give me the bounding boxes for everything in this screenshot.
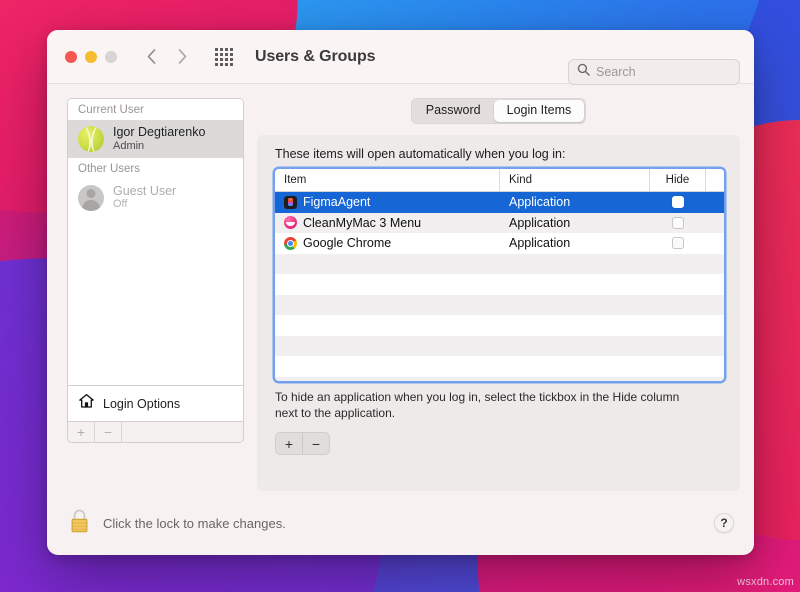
search-field[interactable]: Search — [568, 59, 740, 85]
sidebar-footer: + − — [68, 421, 243, 442]
sidebar-item-current-user[interactable]: Igor Degtiarenko Admin — [68, 120, 243, 158]
segmented-control: Password Login Items — [411, 98, 587, 124]
content-area: Password Login Items These items will op… — [257, 98, 740, 491]
add-user-button[interactable]: + — [68, 422, 95, 442]
add-remove-login-item-buttons: + − — [275, 432, 330, 455]
show-all-grid-icon[interactable] — [215, 48, 233, 66]
users-list: Current User Igor Degtiarenko Admin Othe… — [68, 99, 243, 385]
table-row[interactable]: Google Chrome Application — [275, 233, 724, 254]
sidebar-item-login-options[interactable]: Login Options — [68, 385, 243, 421]
guest-avatar — [78, 185, 104, 211]
row-item-label: FigmaAgent — [303, 195, 370, 209]
hide-checkbox[interactable] — [672, 237, 684, 249]
table-empty-row — [275, 356, 724, 377]
guest-user-name: Guest User — [113, 184, 176, 199]
page-title: Users & Groups — [255, 48, 375, 66]
table-body: FigmaAgent Application CleanMyMac 3 Menu — [275, 192, 724, 381]
tab-password[interactable]: Password — [413, 100, 494, 122]
window-body: Current User Igor Degtiarenko Admin Othe… — [47, 84, 754, 491]
table-row[interactable]: CleanMyMac 3 Menu Application — [275, 213, 724, 234]
close-button[interactable] — [65, 51, 77, 63]
row-kind-label: Application — [500, 216, 650, 230]
window-footer: Click the lock to make changes. ? — [47, 491, 754, 555]
remove-user-button[interactable]: − — [95, 422, 122, 442]
panel-hint-text: To hide an application when you log in, … — [275, 389, 695, 421]
hide-checkbox[interactable] — [672, 196, 684, 208]
row-item-label: CleanMyMac 3 Menu — [303, 216, 421, 230]
forward-chevron-icon[interactable] — [174, 46, 191, 68]
current-user-role: Admin — [113, 140, 205, 153]
panel-intro-text: These items will open automatically when… — [275, 147, 724, 161]
navigation-arrows — [143, 46, 191, 68]
tab-bar: Password Login Items — [257, 98, 740, 124]
column-header-item[interactable]: Item — [275, 169, 499, 191]
row-kind-label: Application — [500, 195, 650, 209]
table-empty-row — [275, 254, 724, 275]
users-and-groups-window: Users & Groups Search Current User — [47, 30, 754, 555]
search-icon — [577, 63, 590, 81]
login-items-table[interactable]: Item Kind Hide FigmaAgent Ap — [275, 169, 724, 381]
add-login-item-button[interactable]: + — [276, 433, 302, 454]
table-empty-row — [275, 295, 724, 316]
current-user-name: Igor Degtiarenko — [113, 125, 205, 140]
sidebar-item-guest-user[interactable]: Guest User Off — [68, 179, 243, 217]
table-empty-row — [275, 315, 724, 336]
lock-button[interactable]: Click the lock to make changes. — [69, 508, 286, 539]
cleanmymac-icon — [284, 216, 297, 229]
row-item-label: Google Chrome — [303, 236, 391, 250]
chrome-icon — [284, 237, 297, 250]
row-kind-label: Application — [500, 236, 650, 250]
search-input[interactable]: Search — [596, 66, 636, 79]
table-empty-row — [275, 377, 724, 382]
table-empty-row — [275, 274, 724, 295]
window-titlebar: Users & Groups Search — [47, 30, 754, 84]
watermark: wsxdn.com — [737, 576, 794, 588]
table-header-row: Item Kind Hide — [275, 169, 724, 192]
login-items-panel: These items will open automatically when… — [257, 135, 740, 491]
traffic-light-buttons — [65, 51, 117, 63]
login-options-label: Login Options — [103, 397, 180, 411]
desktop-wallpaper: wsxdn.com Use — [0, 0, 800, 592]
table-row[interactable]: FigmaAgent Application — [275, 192, 724, 213]
tennis-ball-avatar — [78, 126, 104, 152]
column-header-spacer — [705, 169, 724, 191]
zoom-button[interactable] — [105, 51, 117, 63]
tab-login-items[interactable]: Login Items — [494, 100, 585, 122]
guest-user-status: Off — [113, 198, 176, 211]
closed-lock-icon — [69, 508, 90, 539]
column-header-hide[interactable]: Hide — [649, 169, 705, 191]
figma-icon — [284, 196, 297, 209]
hide-checkbox[interactable] — [672, 217, 684, 229]
sidebar-group-header-current-user: Current User — [68, 99, 243, 120]
column-header-kind[interactable]: Kind — [499, 169, 649, 191]
home-icon — [78, 393, 95, 414]
remove-login-item-button[interactable]: − — [303, 433, 329, 454]
back-chevron-icon[interactable] — [143, 46, 160, 68]
minimize-button[interactable] — [85, 51, 97, 63]
sidebar-group-header-other-users: Other Users — [68, 158, 243, 179]
users-sidebar: Current User Igor Degtiarenko Admin Othe… — [67, 98, 244, 443]
lock-message: Click the lock to make changes. — [103, 516, 286, 531]
table-empty-row — [275, 336, 724, 357]
help-button[interactable]: ? — [714, 513, 734, 533]
